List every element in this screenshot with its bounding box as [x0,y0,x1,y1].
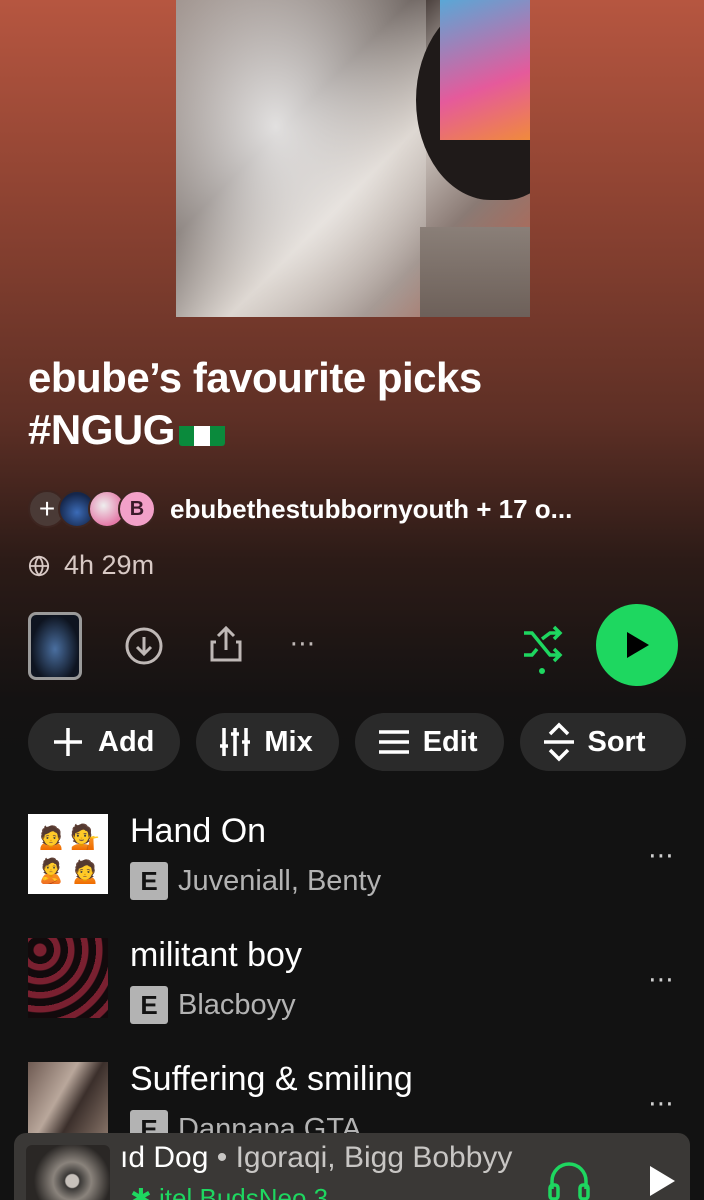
explicit-badge: E [130,862,168,900]
play-button[interactable] [596,604,678,686]
filter-chips: Add Mix Edit Sort [28,713,686,771]
track-list: 🙍 💁 🙎 🙍 Hand On E Juveniall, Benty ⋯ milita… [0,810,704,1182]
add-button[interactable]: Add [28,713,181,771]
track-more-icon[interactable]: ⋯ [648,964,676,995]
explicit-badge: E [130,986,168,1024]
headphones-icon[interactable] [544,1155,594,1200]
mix-label: Mix [264,725,313,758]
collaborators-row[interactable]: + B ebubethestubbornyouth + 17 o... [28,488,660,530]
shuffle-icon[interactable] [518,624,566,674]
playlist-title-line1: ebube’s favourite picks [28,354,482,401]
track-title: Suffering & smiling [130,1060,413,1098]
globe-icon [28,555,50,576]
track-artists-row: E Juveniall, Benty [130,862,381,900]
track-title: Hand On [130,812,267,850]
playlist-cover-image [176,0,530,317]
edit-button[interactable]: Edit [354,713,504,771]
add-label: Add [98,725,155,758]
share-icon[interactable] [204,622,248,666]
avatar: B [118,490,156,528]
bluetooth-icon: ✱ [130,1183,160,1200]
now-playing-title-row: ıd Dog • Igoraqi, Bigg Bobbyy [120,1141,550,1175]
action-bar: ⋯ [0,604,704,686]
track-more-icon[interactable]: ⋯ [648,1088,676,1119]
play-icon [627,632,649,658]
play-icon[interactable] [640,1157,684,1200]
playlist-title: ebube’s favourite picks #NGUG [28,352,688,456]
playlist-title-line2: #NGUG [28,406,175,453]
sort-button[interactable]: Sort [519,713,686,771]
edit-label: Edit [422,725,478,758]
sort-icon [543,722,574,762]
track-artwork: 🙍 💁 🙎 🙍 [28,814,108,894]
track-artwork [28,938,108,1018]
playlist-preview-thumbnail[interactable] [28,612,82,680]
playlist-duration: 4h 29m [64,550,155,580]
track-artists: Blacboyy [178,988,296,1021]
now-playing-bar[interactable]: ıd Dog • Igoraqi, Bigg Bobbyy ✱ itel Bud… [14,1133,690,1200]
now-playing-artwork [26,1145,110,1200]
mix-button[interactable]: Mix [196,713,339,771]
more-icon[interactable]: ⋯ [284,628,324,658]
now-playing-artists: Igoraqi, Bigg Bobbyy [235,1141,513,1174]
download-icon[interactable] [122,624,166,668]
track-row[interactable]: 🙍 💁 🙎 🙍 Hand On E Juveniall, Benty ⋯ [0,810,704,934]
sort-label: Sort [587,725,646,758]
connected-device: ✱ itel BudsNeo 3 [130,1183,328,1200]
track-more-icon[interactable]: ⋯ [648,840,676,871]
track-artists: Juveniall, Benty [178,864,382,897]
track-row[interactable]: militant boy E Blacboyy ⋯ [0,934,704,1058]
track-artists-row: E Blacboyy [130,986,296,1024]
plus-icon [54,728,82,756]
list-icon [378,730,409,754]
device-name: itel BudsNeo 3 [159,1183,329,1200]
now-playing-title: ıd Dog [120,1141,209,1174]
playlist-meta: 4h 29m [28,550,154,581]
nigeria-flag-icon [178,416,225,446]
track-artwork [28,1062,108,1142]
now-playing-separator: • [208,1141,236,1174]
mix-icon [220,728,251,756]
track-title: militant boy [130,936,302,974]
owner-text[interactable]: ebubethestubbornyouth + 17 o... [170,494,660,525]
